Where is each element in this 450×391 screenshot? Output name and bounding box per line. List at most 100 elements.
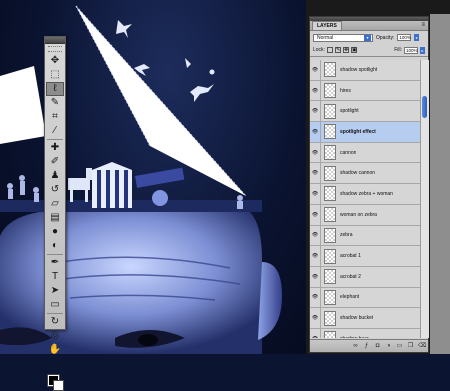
tool-separator — [47, 254, 63, 255]
fill-label: Fill: — [394, 47, 402, 53]
layer-row[interactable]: 👁 shadow zebra + woman — [310, 184, 420, 205]
layers-scrollbar[interactable] — [420, 60, 429, 338]
layer-thumbnail — [324, 227, 336, 243]
layer-row[interactable]: 👁 spotlight — [310, 101, 420, 123]
group-folder-icon[interactable]: ▭ — [396, 343, 403, 350]
gradient-icon[interactable]: ▤ — [46, 211, 64, 225]
move-icon[interactable]: ✥ — [46, 54, 64, 68]
layers-tabbar: LAYERS ≡ — [310, 21, 428, 31]
eye-icon[interactable]: 👁 — [310, 142, 321, 163]
layer-name: acrobat 2 — [340, 273, 361, 280]
layer-thumbnail — [324, 289, 336, 305]
layer-thumbnail — [324, 310, 336, 326]
panel-menu-icon[interactable]: ≡ — [421, 22, 425, 29]
layer-name: shadow zebra + woman — [340, 190, 393, 197]
zebra-figure — [68, 168, 92, 202]
background-color-swatch[interactable] — [53, 380, 64, 391]
left-light-patch — [0, 66, 46, 144]
hand-icon[interactable]: ✋ — [46, 343, 64, 357]
layer-row[interactable]: 👁 cannon — [310, 142, 420, 164]
layer-name: shadow bucket — [340, 315, 374, 322]
opacity-arrow-icon[interactable]: ▸ — [414, 34, 420, 41]
lock-all-icon[interactable]: ▣ — [350, 47, 357, 53]
workspace-background — [430, 14, 450, 354]
brush-icon[interactable]: ✐ — [46, 155, 64, 169]
tools-titlebar[interactable] — [45, 37, 65, 44]
eraser-icon[interactable]: ▱ — [46, 197, 64, 211]
layer-row[interactable]: 👁 elephant — [310, 287, 420, 309]
mask-icon[interactable]: ◘ — [374, 343, 381, 350]
layer-row[interactable]: 👁 shadow spotlight — [310, 60, 420, 81]
layer-row[interactable]: 👁 shadow bear — [310, 328, 420, 338]
layers-panel: LAYERS ≡ Normal ▾ Opacity: 100% ▸ Lock: … — [309, 16, 429, 353]
eye-icon[interactable]: 👁 — [310, 184, 321, 204]
quick-select-icon[interactable]: ✎ — [46, 96, 64, 110]
zoom-icon[interactable]: ⌕ — [46, 357, 64, 371]
layer-row[interactable]: 👁 spotlight effect — [310, 122, 420, 143]
eye-icon[interactable]: 👁 — [310, 122, 321, 142]
eye-icon[interactable]: 👁 — [310, 204, 321, 225]
layer-thumbnail — [324, 62, 336, 78]
clone-stamp-icon[interactable]: ♟ — [46, 169, 64, 183]
eye-icon[interactable]: 👁 — [310, 266, 321, 287]
layer-row[interactable]: 👁 acrobat 1 — [310, 246, 420, 267]
layer-row[interactable]: 👁 shadow bucket — [310, 308, 420, 329]
layer-row[interactable]: 👁 hires — [310, 80, 420, 102]
lock-fill-row: Lock: ✎ ✥ ▣ Fill: 100% ▸ — [310, 44, 428, 57]
layer-row[interactable]: 👁 shadow cannon — [310, 163, 420, 185]
eye-icon[interactable]: 👁 — [310, 287, 321, 308]
blend-mode-select[interactable]: Normal ▾ — [313, 33, 373, 42]
tool-separator — [47, 313, 63, 314]
eye-icon[interactable]: 👁 — [310, 225, 321, 246]
tools-grip[interactable] — [48, 46, 62, 52]
layer-thumbnail — [324, 269, 336, 285]
eye-icon[interactable]: 👁 — [310, 246, 321, 266]
layer-name: cannon — [340, 149, 357, 156]
lasso-icon[interactable]: ℓ — [46, 82, 64, 96]
marquee-icon[interactable]: ⬚ — [46, 68, 64, 82]
fill-field[interactable]: 100% — [404, 46, 418, 54]
lock-label: Lock: — [313, 47, 325, 53]
healing-brush-icon[interactable]: ✚ — [46, 141, 64, 155]
path-select-icon[interactable]: ➤ — [46, 284, 64, 298]
blur-icon[interactable]: ● — [46, 225, 64, 239]
blend-mode-value: Normal — [317, 34, 334, 41]
type-icon[interactable]: T — [46, 270, 64, 284]
color-swatches[interactable] — [46, 373, 64, 391]
blend-opacity-row: Normal ▾ Opacity: 100% ▸ — [310, 31, 428, 44]
layer-row[interactable]: 👁 acrobat 2 — [310, 266, 420, 288]
layer-name: spotlight — [340, 108, 359, 115]
layer-name: zebra — [340, 232, 353, 239]
3d-rotate-icon[interactable]: ↻ — [46, 315, 64, 329]
opacity-field[interactable]: 100% — [397, 34, 412, 41]
lock-position-icon[interactable]: ✥ — [342, 47, 349, 53]
fill-arrow-icon[interactable]: ▸ — [420, 46, 425, 54]
eye-icon[interactable]: 👁 — [310, 60, 321, 80]
lock-pixels-icon[interactable]: ✎ — [334, 47, 341, 53]
tab-layers[interactable]: LAYERS — [312, 21, 342, 30]
layer-thumbnail — [324, 124, 336, 140]
pen-icon[interactable]: ✒ — [46, 256, 64, 270]
layers-footer: ∞ ƒ ◘ ◑ ▭ ❐ ⌫ — [310, 339, 428, 352]
crop-icon[interactable]: ⌗ — [46, 110, 64, 124]
shape-icon[interactable]: ▭ — [46, 298, 64, 312]
history-brush-icon[interactable]: ↺ — [46, 183, 64, 197]
dodge-icon[interactable]: ◐ — [46, 239, 64, 253]
layer-thumbnail — [324, 248, 336, 264]
new-layer-icon[interactable]: ❐ — [407, 343, 414, 350]
eye-icon[interactable]: 👁 — [310, 328, 321, 338]
link-icon[interactable]: ∞ — [352, 343, 359, 350]
eyedropper-icon[interactable]: ⁄ — [46, 124, 64, 138]
scrollbar-thumb[interactable] — [422, 96, 427, 118]
layer-row[interactable]: 👁 zebra — [310, 225, 420, 247]
adjustment-icon[interactable]: ◑ — [385, 343, 392, 350]
lock-transparency-icon[interactable] — [326, 47, 333, 53]
eye-icon[interactable]: 👁 — [310, 308, 321, 328]
eye-icon[interactable]: 👁 — [310, 163, 321, 184]
eye-icon[interactable]: 👁 — [310, 101, 321, 122]
fx-icon[interactable]: ƒ — [363, 343, 370, 350]
3d-orbit-icon[interactable]: ◎ — [46, 329, 64, 343]
eye-icon[interactable]: 👁 — [310, 80, 321, 101]
trash-icon[interactable]: ⌫ — [418, 343, 426, 350]
layer-row[interactable]: 👁 woman on zebra — [310, 204, 420, 226]
